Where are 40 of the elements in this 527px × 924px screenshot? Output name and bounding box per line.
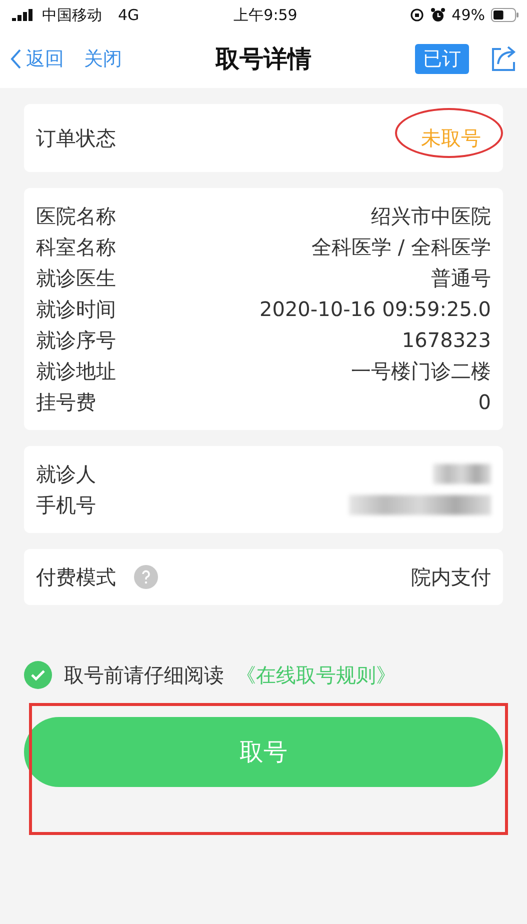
close-link[interactable]: 关闭 [84,46,122,72]
field-label: 就诊医生 [36,265,116,292]
alarm-icon [430,7,446,23]
status-value: 未取号 [421,125,481,152]
share-icon[interactable] [489,45,517,73]
network-text: 4G [118,6,140,24]
rotation-lock-icon [410,8,424,22]
booked-button[interactable]: 已订 [415,44,469,74]
field-label: 科室名称 [36,234,116,261]
field-label: 就诊人 [36,461,96,488]
signal-icon [12,9,34,21]
field-label: 就诊序号 [36,327,116,354]
field-label: 就诊时间 [36,296,116,323]
field-value: 1678323 [402,327,491,354]
field-value: 全科医学 / 全科医学 [312,234,491,261]
field-label: 手机号 [36,492,96,519]
field-value: 普通号 [431,265,491,292]
field-value: 0 [478,389,491,416]
checkmark-icon [30,669,46,681]
help-icon[interactable] [134,565,158,589]
field-label: 付费模式 [36,564,116,591]
field-label: 就诊地址 [36,358,116,385]
field-label: 订单状态 [36,125,116,152]
field-label: 挂号费 [36,389,96,416]
field-value: 2020-10-16 09:59:25.0 [260,296,491,323]
field-label: 医院名称 [36,203,116,230]
take-number-button[interactable]: 取号 [24,717,503,787]
chevron-left-icon [10,48,22,70]
back-link[interactable]: 返回 [10,46,64,72]
battery-icon [491,8,519,22]
field-value: 绍兴市中医院 [371,203,491,230]
agreement-text: 取号前请仔细阅读 [64,662,224,688]
battery-text: 49% [452,6,485,24]
field-value: 院内支付 [411,564,491,591]
field-value: 一号楼门诊二楼 [351,358,491,385]
page-title: 取号详情 [216,44,312,75]
rules-link[interactable]: 《在线取号规则》 [236,662,396,688]
clock-text: 上午9:59 [234,6,298,24]
carrier-text: 中国移动 [42,6,102,24]
agree-checkbox[interactable] [24,661,52,689]
